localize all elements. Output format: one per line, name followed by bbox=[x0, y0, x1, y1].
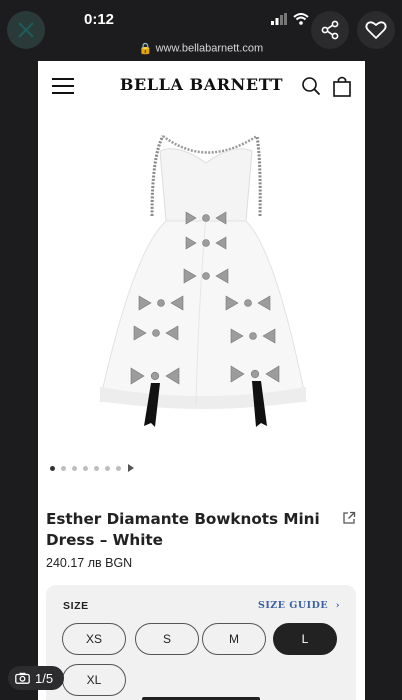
wifi-icon bbox=[293, 13, 309, 25]
pagination-dot[interactable] bbox=[94, 465, 99, 471]
gallery-pagination bbox=[50, 463, 134, 473]
chevron-right-icon: › bbox=[331, 600, 340, 611]
size-option-m[interactable]: M bbox=[202, 623, 266, 655]
share-icon bbox=[321, 20, 339, 40]
size-label: SIZE bbox=[63, 600, 89, 612]
size-guide-link[interactable]: SIZE GUIDE › bbox=[258, 600, 340, 611]
product-title-row: Esther Diamante Bowknots Mini Dress – Wh… bbox=[46, 509, 361, 551]
search-icon[interactable] bbox=[301, 76, 321, 96]
product-title: Esther Diamante Bowknots Mini Dress – Wh… bbox=[46, 510, 320, 549]
pagination-dot[interactable] bbox=[72, 465, 77, 471]
gallery-counter[interactable]: 1/5 bbox=[8, 666, 64, 690]
size-selector: SIZE SIZE GUIDE › XS S M L XL bbox=[46, 585, 356, 700]
pagination-dot[interactable] bbox=[50, 465, 55, 471]
pagination-dot[interactable] bbox=[83, 465, 88, 471]
lock-icon: 🔒 bbox=[138, 43, 153, 55]
size-option-xs[interactable]: XS bbox=[62, 623, 126, 655]
gallery-counter-text: 1/5 bbox=[35, 670, 54, 686]
share-button[interactable] bbox=[311, 11, 349, 49]
status-time: 0:12 bbox=[84, 11, 115, 28]
camera-icon bbox=[15, 672, 30, 684]
close-icon bbox=[18, 22, 34, 38]
site-header: BELLA BARNETT bbox=[38, 61, 365, 111]
signal-icon bbox=[271, 13, 287, 25]
product-page: BELLA BARNETT Esther Diamante Bowknots M… bbox=[38, 61, 365, 700]
video-play-icon[interactable] bbox=[128, 464, 134, 472]
heart-icon bbox=[365, 21, 387, 39]
url-text: www.bellabarnett.com bbox=[155, 42, 264, 55]
pagination-dot[interactable] bbox=[116, 465, 121, 471]
size-option-l[interactable]: L bbox=[273, 623, 337, 655]
size-option-s[interactable]: S bbox=[135, 623, 199, 655]
status-icons bbox=[271, 12, 309, 26]
external-link-icon[interactable] bbox=[342, 511, 356, 525]
close-button[interactable] bbox=[7, 11, 45, 49]
size-option-xl[interactable]: XL bbox=[62, 664, 126, 696]
shopping-bag-icon[interactable] bbox=[332, 75, 352, 97]
product-price: 240.17 лв BGN bbox=[46, 556, 133, 570]
size-guide-label: SIZE GUIDE bbox=[257, 600, 329, 611]
pagination-dot[interactable] bbox=[61, 465, 66, 471]
product-image[interactable] bbox=[38, 121, 365, 441]
pagination-dot[interactable] bbox=[105, 465, 110, 471]
favorite-button[interactable] bbox=[357, 11, 395, 49]
